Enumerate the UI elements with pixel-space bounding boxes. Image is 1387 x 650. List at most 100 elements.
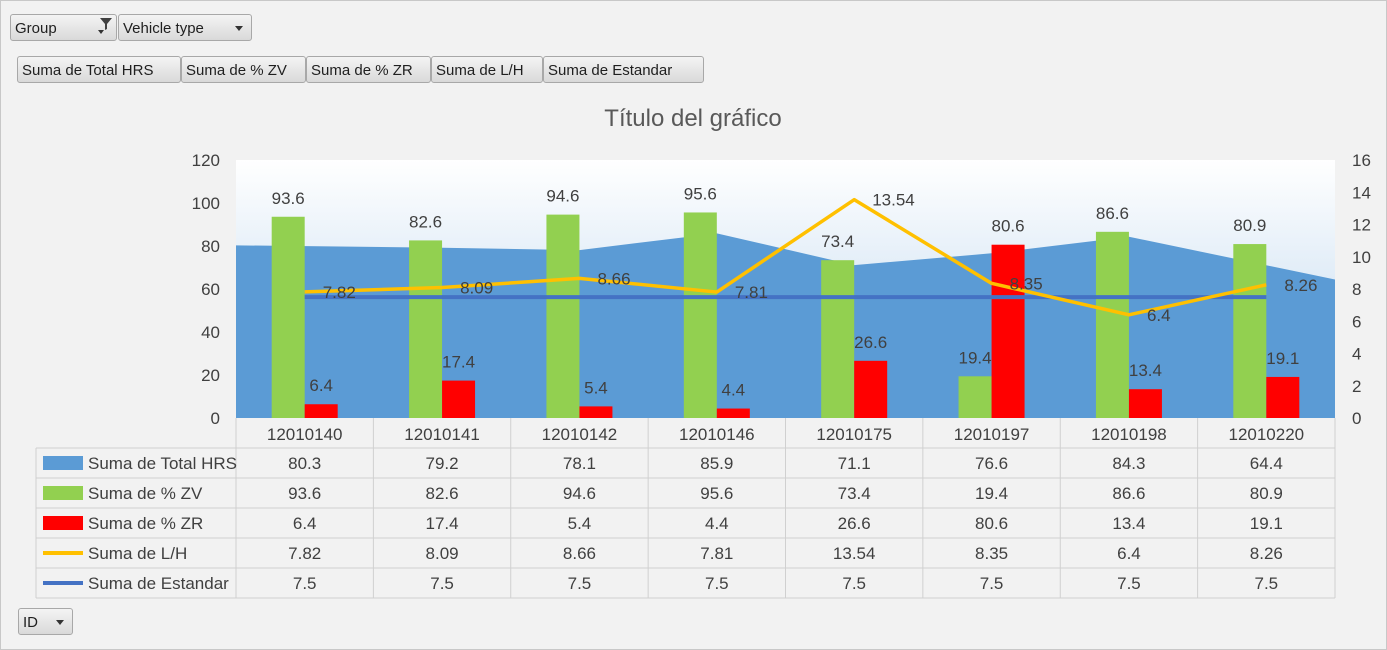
data-label-zr: 13.4 (1129, 361, 1162, 380)
table-cell-value: 80.6 (975, 514, 1008, 533)
bar-zv (271, 216, 305, 418)
table-cell-value: 73.4 (838, 484, 871, 503)
data-label-zr: 4.4 (721, 381, 745, 400)
table-cell-value: 64.4 (1250, 454, 1283, 473)
table-cell-value: 82.6 (426, 484, 459, 503)
data-label-zv: 19.4 (959, 348, 992, 367)
table-cell-value: 95.6 (700, 484, 733, 503)
table-series-name: Suma de Total HRS (88, 454, 237, 473)
category-label: 12010142 (542, 425, 618, 444)
bar-zr (1128, 389, 1162, 418)
bar-zr (991, 244, 1025, 418)
table-cell-value: 7.5 (980, 574, 1004, 593)
table-cell-value: 71.1 (838, 454, 871, 473)
table-cell-value: 76.6 (975, 454, 1008, 473)
table-cell-value: 6.4 (293, 514, 317, 533)
bar-zv (683, 212, 717, 418)
secondary-axis-tick-label: 6 (1352, 312, 1361, 331)
table-cell-value: 7.81 (700, 544, 733, 563)
data-label-lh: 7.82 (323, 283, 356, 302)
primary-axis-tick-label: 20 (201, 366, 220, 385)
bar-zv (821, 260, 855, 418)
data-label-zv: 94.6 (546, 187, 579, 206)
secondary-axis-tick-label: 10 (1352, 248, 1371, 267)
table-cell-value: 84.3 (1112, 454, 1145, 473)
category-label: 12010141 (404, 425, 480, 444)
table-cell-value: 78.1 (563, 454, 596, 473)
bar-zv (1233, 244, 1267, 418)
data-label-zv: 80.9 (1233, 216, 1266, 235)
secondary-axis-tick-label: 8 (1352, 280, 1361, 299)
secondary-axis-tick-label: 14 (1352, 183, 1371, 202)
table-cell-value: 80.9 (1250, 484, 1283, 503)
secondary-axis-tick-label: 12 (1352, 216, 1371, 235)
data-label-lh: 13.54 (872, 191, 915, 210)
table-series-name: Suma de Estandar (88, 574, 229, 593)
category-label: 12010220 (1228, 425, 1304, 444)
category-label: 12010197 (954, 425, 1030, 444)
category-label: 12010140 (267, 425, 343, 444)
table-cell-value: 7.5 (568, 574, 592, 593)
data-label-zr: 5.4 (584, 378, 608, 397)
bar-zv (1095, 231, 1129, 418)
table-cell-value: 7.82 (288, 544, 321, 563)
legend-key-zv (43, 486, 83, 500)
data-label-lh: 6.4 (1147, 306, 1171, 325)
table-cell-value: 26.6 (838, 514, 871, 533)
table-cell-value: 80.3 (288, 454, 321, 473)
data-label-lh: 8.09 (460, 279, 493, 298)
table-cell-value: 13.4 (1112, 514, 1145, 533)
data-label-zr: 17.4 (442, 353, 475, 372)
combo-chart: Título del gráfico 93.6 82.6 94.6 95.6 73.4 1… (35, 105, 1371, 599)
data-label-zv: 73.4 (821, 232, 854, 251)
bar-zr (1266, 376, 1300, 418)
secondary-axis-tick-label: 0 (1352, 409, 1361, 428)
bar-zv (409, 240, 443, 418)
data-label-zr: 26.6 (854, 333, 887, 352)
table-cell-value: 5.4 (568, 514, 592, 533)
data-label-zr: 19.1 (1266, 349, 1299, 368)
table-cell-value: 8.09 (426, 544, 459, 563)
data-label-lh: 8.26 (1284, 276, 1317, 295)
data-label-zv: 86.6 (1096, 204, 1129, 223)
data-label-zr: 6.4 (309, 376, 333, 395)
primary-axis-tick-label: 0 (211, 409, 220, 428)
table-cell-value: 8.35 (975, 544, 1008, 563)
table-cell-value: 4.4 (705, 514, 729, 533)
secondary-axis-tick-label: 2 (1352, 377, 1361, 396)
table-cell-value: 13.54 (833, 544, 876, 563)
table-cell-value: 94.6 (563, 484, 596, 503)
table-cell-value: 7.5 (705, 574, 729, 593)
legend-key-total_hrs (43, 456, 83, 470)
table-cell-value: 85.9 (700, 454, 733, 473)
bar-zr (716, 408, 750, 418)
data-label-zv: 95.6 (684, 184, 717, 203)
category-label: 12010175 (816, 425, 892, 444)
bar-zr (579, 406, 613, 418)
data-label-zr: 80.6 (992, 217, 1025, 236)
primary-axis-tick-label: 60 (201, 280, 220, 299)
table-cell-value: 7.5 (842, 574, 866, 593)
table-cell-value: 93.6 (288, 484, 321, 503)
table-series-name: Suma de % ZR (88, 514, 203, 533)
table-cell-value: 8.66 (563, 544, 596, 563)
data-label-zv: 93.6 (272, 189, 305, 208)
primary-axis-tick-label: 40 (201, 323, 220, 342)
table-cell-value: 7.5 (1117, 574, 1141, 593)
bar-zv (546, 214, 580, 418)
primary-axis-tick-label: 120 (192, 151, 220, 170)
data-label-lh: 8.35 (1010, 274, 1043, 293)
table-cell-value: 8.26 (1250, 544, 1283, 563)
data-label-lh: 8.66 (597, 269, 630, 288)
table-cell-value: 7.5 (293, 574, 317, 593)
table-series-name: Suma de L/H (88, 544, 187, 563)
secondary-axis-tick-label: 16 (1352, 151, 1371, 170)
table-cell-value: 7.5 (1254, 574, 1278, 593)
bar-zr (442, 380, 476, 418)
chart-title: Título del gráfico (604, 105, 781, 132)
category-label: 12010146 (679, 425, 755, 444)
data-label-lh: 7.81 (735, 283, 768, 302)
table-cell-value: 86.6 (1112, 484, 1145, 503)
area-series-total-hrs (236, 233, 1335, 418)
table-cell-value: 7.5 (430, 574, 454, 593)
